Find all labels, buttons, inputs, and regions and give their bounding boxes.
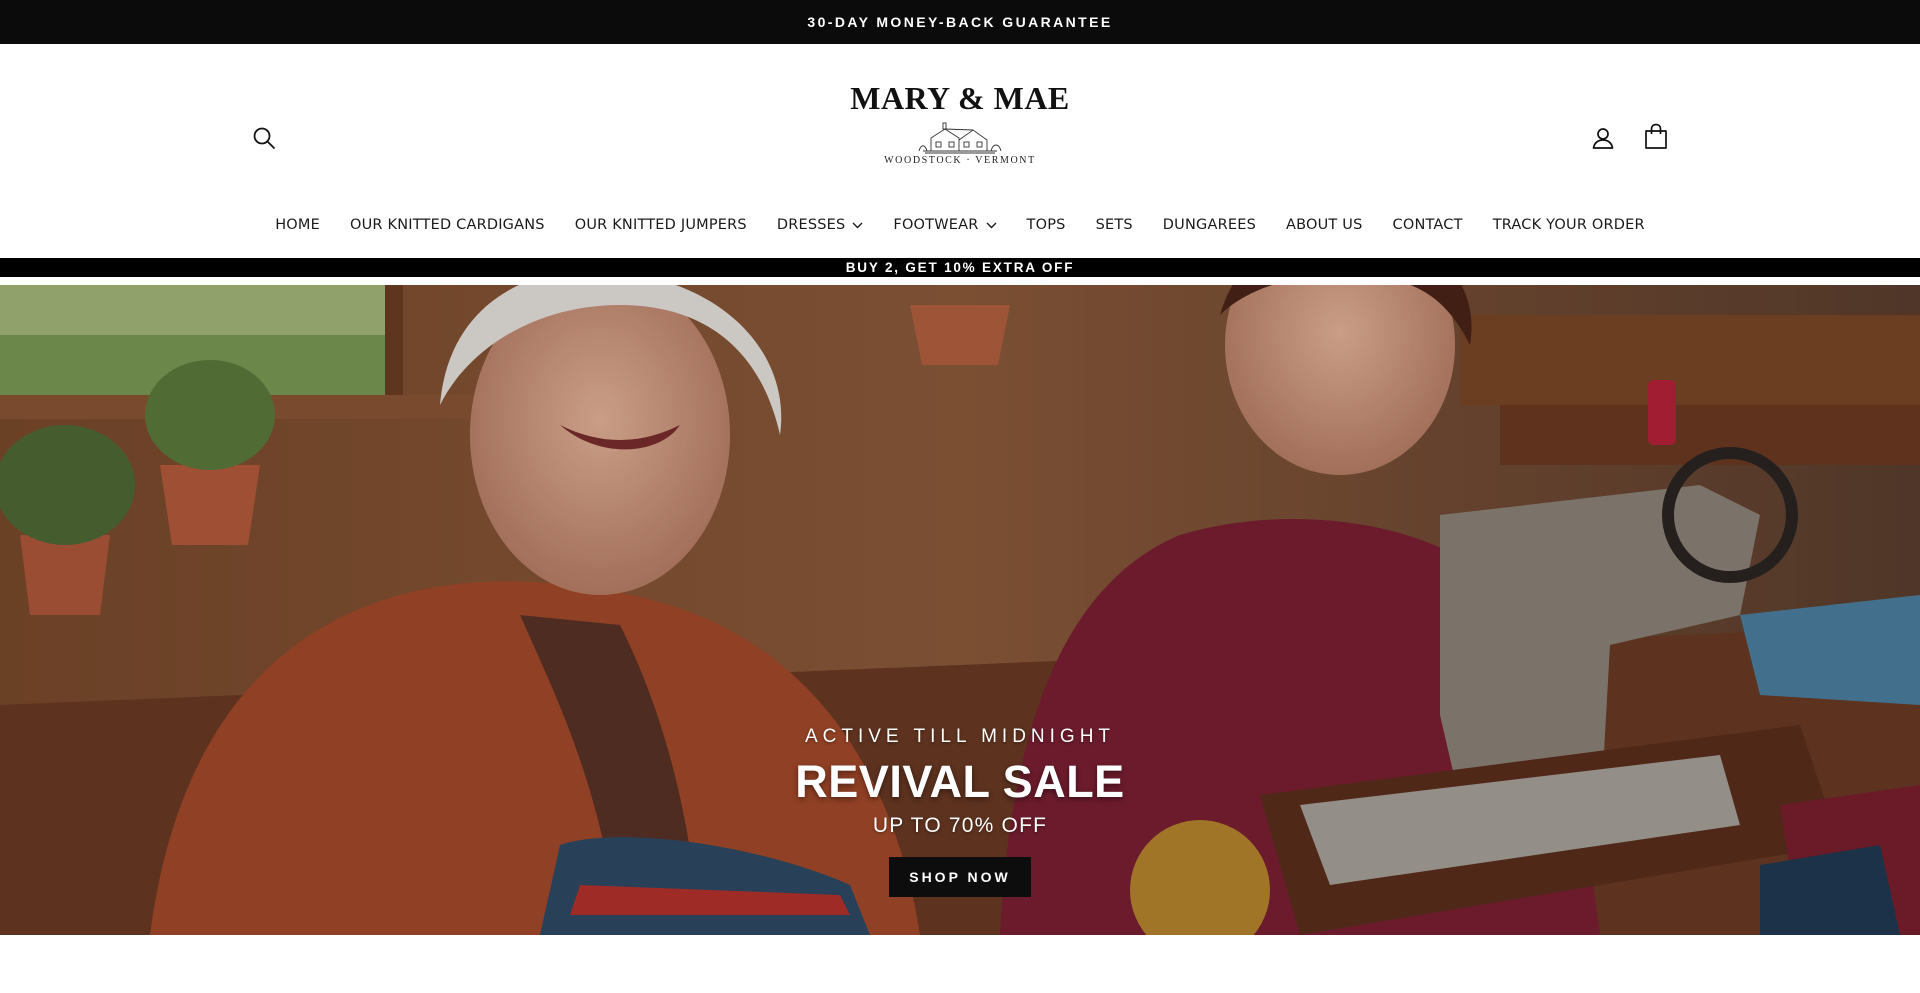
promo-text: BUY 2, GET 10% EXTRA OFF (845, 260, 1075, 275)
hero-eyebrow: ACTIVE TILL MIDNIGHT (804, 726, 1116, 747)
nav-item-home[interactable]: HOME (260, 217, 335, 233)
hero-subtitle: UP TO 70% OFF (872, 814, 1048, 837)
nav-item-label: DUNGAREES (1162, 217, 1256, 233)
shop-now-button[interactable]: SHOP NOW (889, 857, 1031, 897)
nav-item-label: TOPS (1026, 217, 1066, 233)
account-button[interactable] (1587, 122, 1619, 154)
logo-title: MARY & MAE (850, 80, 1070, 116)
nav-item-label: TRACK YOUR ORDER (1492, 217, 1645, 233)
nav-item-dungarees[interactable]: DUNGAREES (1148, 217, 1271, 233)
nav-item-dresses[interactable]: DRESSES (762, 217, 879, 233)
chevron-down-icon (852, 222, 863, 228)
farmhouse-logo-icon (918, 122, 1002, 154)
shopping-bag-icon (1645, 123, 1667, 149)
nav-item-footwear[interactable]: FOOTWEAR (878, 217, 1011, 233)
nav-item-label: DRESSES (776, 217, 846, 233)
nav-item-knitted-cardigans[interactable]: OUR KNITTED CARDIGANS (335, 217, 560, 233)
nav-item-label: OUR KNITTED JUMPERS (574, 217, 747, 233)
nav-item-contact[interactable]: CONTACT (1378, 217, 1478, 233)
nav-item-label: ABOUT US (1285, 217, 1363, 233)
nav-item-sets[interactable]: SETS (1081, 217, 1148, 233)
nav-item-label: OUR KNITTED CARDIGANS (349, 217, 545, 233)
nav-item-knitted-jumpers[interactable]: OUR KNITTED JUMPERS (560, 217, 762, 233)
cart-button[interactable] (1640, 120, 1672, 152)
promo-bar: BUY 2, GET 10% EXTRA OFF (0, 258, 1920, 281)
search-icon (253, 127, 275, 149)
search-button[interactable] (248, 122, 280, 154)
hero-banner: ACTIVE TILL MIDNIGHT REVIVAL SALE UP TO … (0, 285, 1920, 935)
nav-item-track-order[interactable]: TRACK YOUR ORDER (1478, 217, 1660, 233)
logo-subtitle: WOODSTOCK · VERMONT (884, 155, 1036, 166)
nav-item-tops[interactable]: TOPS (1012, 217, 1081, 233)
site-header: MARY & MAE WOODSTOCK · VERMONT HOME OUR … (0, 44, 1920, 258)
announcement-bar: 30-DAY MONEY-BACK GUARANTEE (0, 0, 1920, 44)
chevron-down-icon (986, 222, 997, 228)
nav-item-label: CONTACT (1392, 217, 1463, 233)
nav-item-label: SETS (1095, 217, 1133, 233)
nav-item-label: HOME (275, 217, 320, 233)
nav-item-label: FOOTWEAR (893, 217, 979, 233)
hero-title: REVIVAL SALE (795, 756, 1125, 807)
nav-item-about-us[interactable]: ABOUT US (1271, 217, 1378, 233)
user-icon (1592, 128, 1614, 149)
site-logo[interactable]: MARY & MAE WOODSTOCK · VERMONT (800, 78, 1120, 188)
hero-content: ACTIVE TILL MIDNIGHT REVIVAL SALE UP TO … (660, 725, 1260, 897)
main-navigation: HOME OUR KNITTED CARDIGANS OUR KNITTED J… (0, 210, 1920, 240)
announcement-text: 30-DAY MONEY-BACK GUARANTEE (807, 14, 1113, 30)
